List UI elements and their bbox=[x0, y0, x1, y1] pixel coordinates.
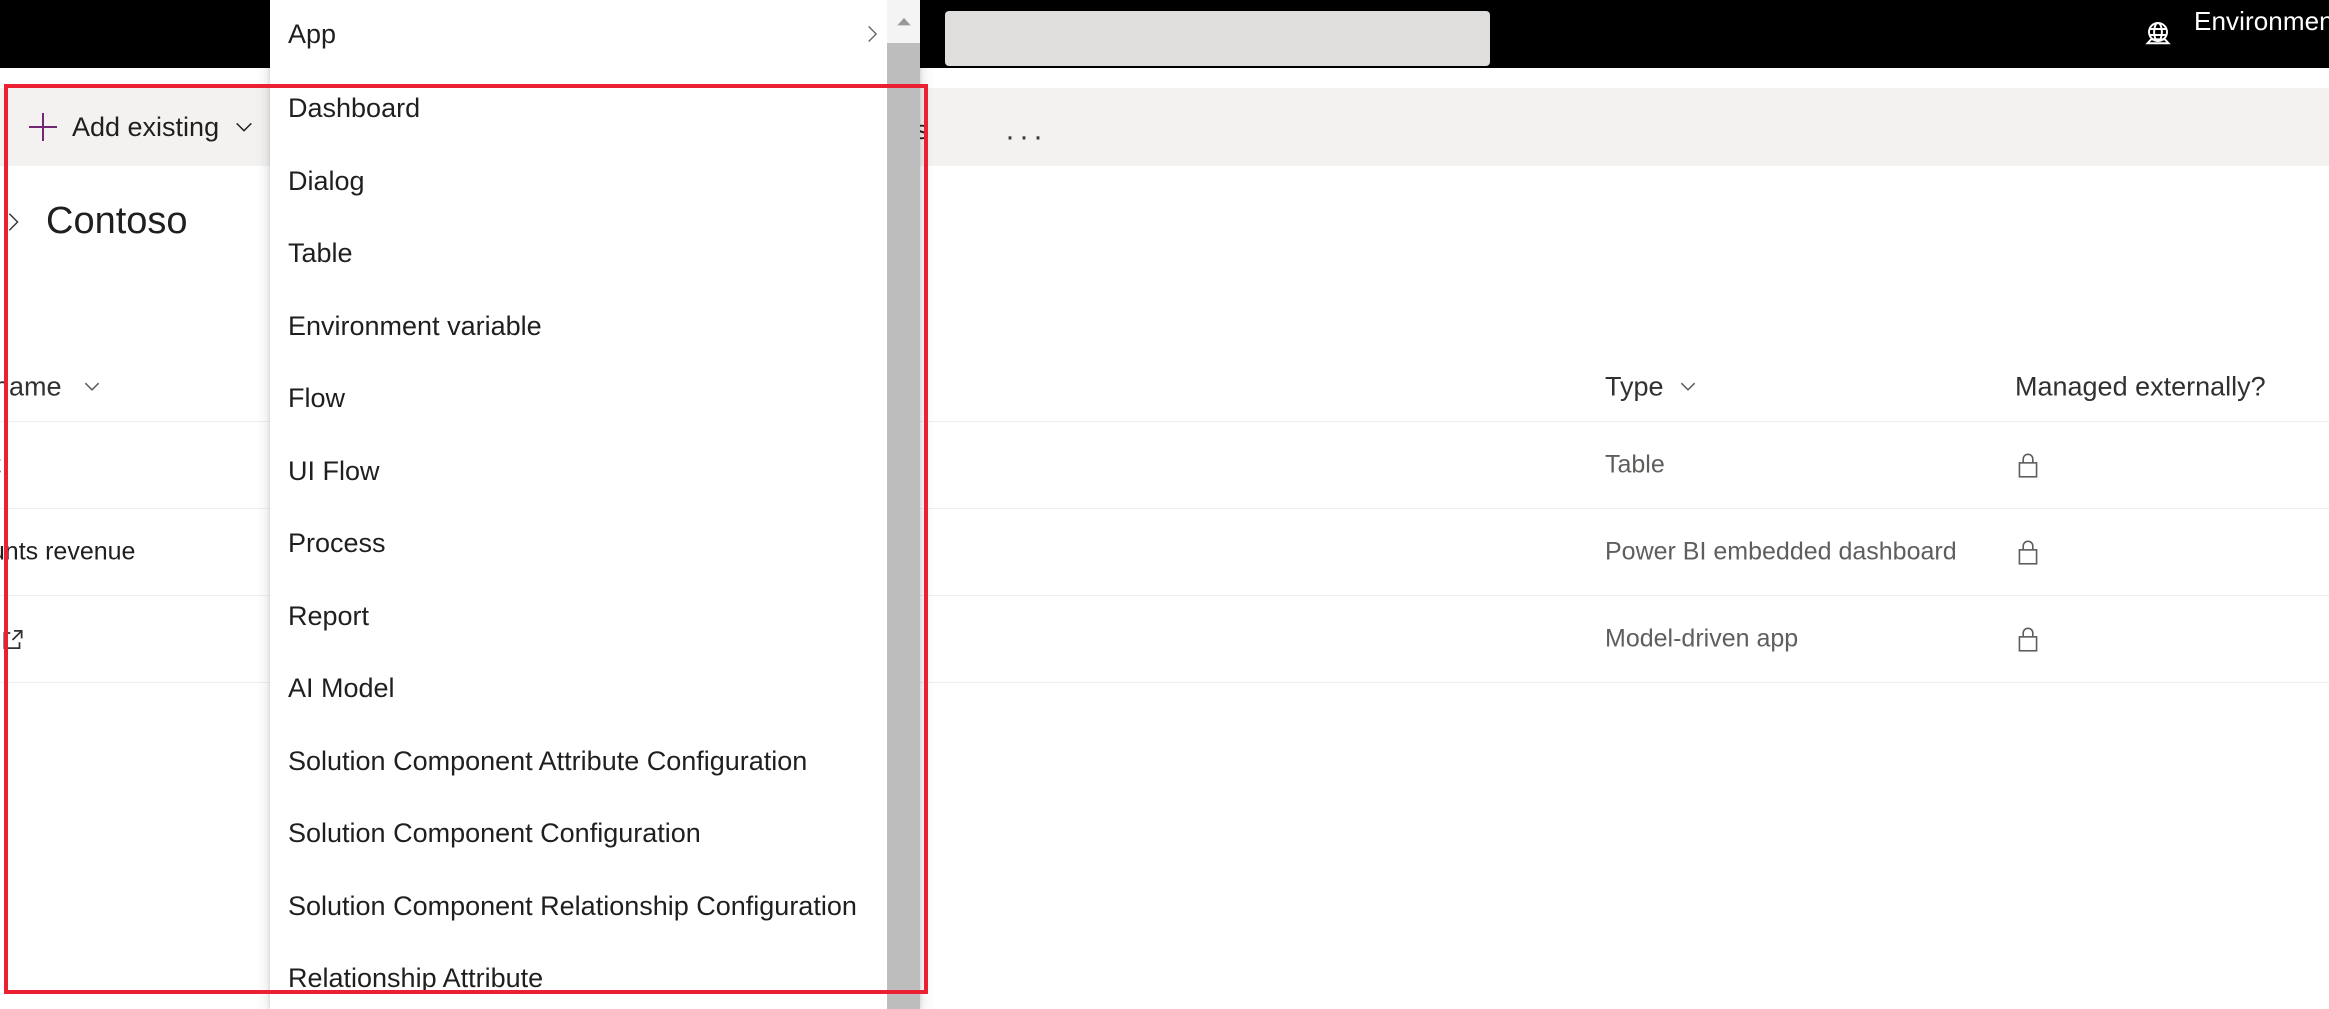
column-header-name[interactable]: lay name bbox=[0, 371, 102, 402]
environment-label: Environment bbox=[2194, 6, 2329, 36]
menu-item-app-visible[interactable]: App bbox=[270, 0, 920, 68]
chevron-right-icon[interactable] bbox=[2, 207, 24, 237]
cell-type: Model-driven app bbox=[1605, 625, 1798, 654]
menu-item-table[interactable]: Table bbox=[270, 218, 920, 291]
menu-item-label: Solution Component Attribute Configurati… bbox=[288, 745, 808, 776]
column-header-type-label: Type bbox=[1605, 371, 1664, 401]
menu-item-label: Relationship Attribute bbox=[288, 963, 544, 994]
menu-item-process[interactable]: Process bbox=[270, 508, 920, 581]
menu-item-label: Solution Component Relationship Configur… bbox=[288, 890, 857, 921]
menu-item-label: Solution Component Configuration bbox=[288, 818, 701, 849]
cell-name: pp bbox=[0, 625, 26, 654]
scroll-up-arrow-icon[interactable] bbox=[887, 0, 920, 43]
menu-item-solution-component-relationship-configuration[interactable]: Solution Component Relationship Configur… bbox=[270, 870, 920, 943]
flyout-top-row-overlay: App bbox=[270, 0, 920, 68]
menu-item-label: Table bbox=[288, 238, 353, 269]
column-header-name-label: lay name bbox=[0, 371, 62, 401]
menu-item-flow[interactable]: Flow bbox=[270, 363, 920, 436]
globe-icon[interactable] bbox=[2140, 17, 2176, 53]
chevron-down-icon[interactable] bbox=[1678, 377, 1698, 397]
flyout-scrollbar-thumb[interactable] bbox=[887, 43, 920, 1009]
menu-item-label: Process bbox=[288, 528, 386, 559]
lock-icon bbox=[2015, 450, 2041, 480]
cell-type: Table bbox=[1605, 451, 1665, 480]
menu-item-label: Dashboard bbox=[288, 93, 421, 124]
cell-name: ount bbox=[0, 451, 1, 480]
menu-item-relationship-attribute[interactable]: Relationship Attribute bbox=[270, 943, 920, 1009]
menu-item-label: AI Model bbox=[288, 673, 395, 704]
menu-item-label: Report bbox=[288, 600, 370, 631]
menu-item-dialog[interactable]: Dialog bbox=[270, 145, 920, 218]
menu-item-label: Flow bbox=[288, 383, 346, 414]
add-existing-button[interactable]: Add existing bbox=[18, 103, 265, 151]
column-header-managed[interactable]: Managed externally? bbox=[2015, 371, 2266, 402]
row-type-label: Table bbox=[1605, 450, 1665, 479]
page-title: Contoso bbox=[46, 200, 188, 242]
column-header-type[interactable]: Type bbox=[1605, 371, 1698, 402]
menu-item-environment-variable[interactable]: Environment variable bbox=[270, 290, 920, 363]
cell-name: ccounts revenue bbox=[0, 538, 135, 567]
breadcrumb: Contoso bbox=[0, 200, 188, 243]
add-existing-flyout-menu: App Dashboard Dialog Table Environment v… bbox=[270, 0, 920, 1009]
menu-item-solution-component-attribute-configuration[interactable]: Solution Component Attribute Configurati… bbox=[270, 725, 920, 798]
cell-managed bbox=[2015, 537, 2041, 567]
menu-item-report[interactable]: Report bbox=[270, 580, 920, 653]
lock-icon bbox=[2015, 537, 2041, 567]
row-type-label: Power BI embedded dashboard bbox=[1605, 537, 1957, 566]
open-in-new-window-icon[interactable] bbox=[0, 626, 26, 652]
search-input[interactable] bbox=[945, 11, 1490, 66]
plus-icon bbox=[28, 112, 58, 142]
menu-item-label: App bbox=[288, 18, 337, 49]
chevron-down-icon bbox=[233, 116, 255, 138]
row-name-label: ccounts revenue bbox=[0, 537, 136, 566]
menu-item-ui-flow[interactable]: UI Flow bbox=[270, 435, 920, 508]
add-existing-label: Add existing bbox=[72, 111, 220, 142]
app-root: Add existing ns ··· Contoso lay name Typ… bbox=[0, 0, 2329, 1009]
row-name-label: ount bbox=[0, 451, 1, 480]
lock-icon bbox=[2015, 624, 2041, 654]
chevron-down-icon[interactable] bbox=[82, 377, 102, 397]
chevron-right-icon bbox=[862, 21, 882, 47]
flyout-scrollbar-thumb[interactable] bbox=[887, 43, 920, 68]
column-header-managed-label: Managed externally? bbox=[2015, 371, 2266, 401]
menu-item-label: Dialog bbox=[288, 165, 365, 196]
menu-item-dashboard[interactable]: Dashboard bbox=[270, 73, 920, 146]
menu-item-label: UI Flow bbox=[288, 455, 380, 486]
menu-item-label: Environment variable bbox=[288, 310, 542, 341]
menu-item-ai-model[interactable]: AI Model bbox=[270, 653, 920, 726]
cell-type: Power BI embedded dashboard bbox=[1605, 538, 1957, 567]
row-type-label: Model-driven app bbox=[1605, 624, 1799, 653]
cell-managed bbox=[2015, 624, 2041, 654]
menu-item-solution-component-configuration[interactable]: Solution Component Configuration bbox=[270, 798, 920, 871]
cell-managed bbox=[2015, 450, 2041, 480]
overflow-menu-button[interactable]: ··· bbox=[1005, 122, 1047, 152]
